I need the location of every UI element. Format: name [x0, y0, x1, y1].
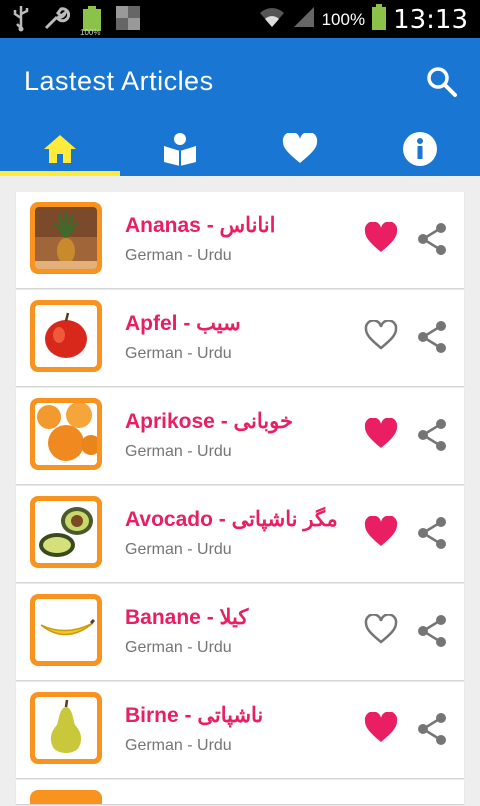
share-icon	[418, 713, 446, 745]
article-languages: German - Urdu	[125, 345, 232, 362]
heart-filled-icon	[364, 221, 398, 252]
notification-icons: 100%	[10, 4, 142, 37]
tab-bar	[0, 122, 480, 176]
favorite-button[interactable]	[364, 417, 398, 450]
heart-filled-icon	[364, 515, 398, 546]
wifi-icon	[258, 5, 286, 34]
share-button[interactable]	[416, 516, 448, 550]
article-languages: German - Urdu	[125, 737, 232, 754]
article-languages: German - Urdu	[125, 639, 232, 656]
heart-filled-icon	[364, 417, 398, 448]
share-button[interactable]	[416, 614, 448, 648]
apricot-image	[35, 403, 97, 465]
tab-favorites[interactable]	[240, 122, 360, 176]
share-button[interactable]	[416, 222, 448, 256]
apple-image	[35, 305, 97, 367]
article-thumbnail	[30, 398, 102, 470]
status-bar: 100% 100% 13:13	[0, 0, 480, 38]
page-title: Lastest Articles	[24, 66, 214, 96]
list-item[interactable]: Aprikose - خوبانی German - Urdu	[16, 388, 464, 484]
share-icon	[418, 419, 446, 451]
article-thumbnail	[30, 496, 102, 568]
share-button[interactable]	[416, 320, 448, 354]
favorite-button[interactable]	[364, 711, 398, 744]
share-icon	[418, 321, 446, 353]
article-title: Banane - کیلا	[125, 606, 249, 629]
favorite-button[interactable]	[364, 221, 398, 254]
favorite-button[interactable]	[364, 613, 398, 646]
search-icon	[427, 67, 457, 97]
article-thumbnail	[30, 594, 102, 666]
share-icon	[418, 517, 446, 549]
heart-outline-icon	[364, 613, 398, 644]
article-title: Aprikose - خوبانی	[125, 410, 293, 433]
share-button[interactable]	[416, 418, 448, 452]
list-item[interactable]: Banane - کیلا German - Urdu	[16, 584, 464, 680]
article-thumbnail	[30, 692, 102, 764]
list-item[interactable]: Avocado - مگر ناشپاتی German - Urdu	[16, 486, 464, 582]
article-thumbnail	[30, 300, 102, 372]
pear-image	[35, 697, 97, 759]
article-languages: German - Urdu	[125, 443, 232, 460]
list-item[interactable]: Apfel - سیب German - Urdu	[16, 290, 464, 386]
tab-reader[interactable]	[120, 122, 240, 176]
favorite-button[interactable]	[364, 319, 398, 352]
list-item[interactable]: Ananas - اناناس German - Urdu	[16, 192, 464, 288]
heart-filled-icon	[364, 711, 398, 742]
article-languages: German - Urdu	[125, 247, 232, 264]
reader-icon	[164, 133, 196, 166]
usb-icon	[10, 4, 32, 37]
list-item[interactable]	[16, 780, 464, 804]
battery-icon	[371, 3, 387, 36]
checkerboard-icon	[114, 4, 142, 37]
article-thumbnail	[30, 790, 102, 804]
wrench-icon	[42, 4, 71, 37]
article-title: Birne - ناشپاتی	[125, 704, 264, 727]
app-bar: Lastest Articles	[0, 38, 480, 176]
small-battery-icon: 100%	[80, 5, 104, 37]
article-title: Apfel - سیب	[125, 312, 241, 335]
battery-percent: 100%	[321, 9, 366, 29]
pineapple-image	[35, 207, 97, 269]
banana-image	[35, 599, 97, 661]
info-icon	[403, 132, 437, 166]
clock: 13:13	[393, 4, 468, 35]
favorite-button[interactable]	[364, 515, 398, 548]
home-icon	[44, 135, 76, 163]
share-icon	[418, 223, 446, 255]
share-icon	[418, 615, 446, 647]
list-item[interactable]: Birne - ناشپاتی German - Urdu	[16, 682, 464, 778]
heart-icon	[282, 133, 318, 163]
article-languages: German - Urdu	[125, 541, 232, 558]
article-title: Avocado - مگر ناشپاتی	[125, 508, 338, 531]
search-button[interactable]	[424, 64, 460, 100]
tab-info[interactable]	[360, 122, 480, 176]
article-title: Ananas - اناناس	[125, 214, 276, 237]
system-icons: 100% 13:13	[258, 3, 468, 36]
signal-icon	[292, 5, 316, 34]
article-list: Ananas - اناناس German - Urdu Apfel - سی…	[16, 192, 464, 806]
avocado-image	[35, 501, 97, 563]
article-thumbnail	[30, 202, 102, 274]
share-button[interactable]	[416, 712, 448, 746]
heart-outline-icon	[364, 319, 398, 350]
tab-home[interactable]	[0, 122, 120, 176]
